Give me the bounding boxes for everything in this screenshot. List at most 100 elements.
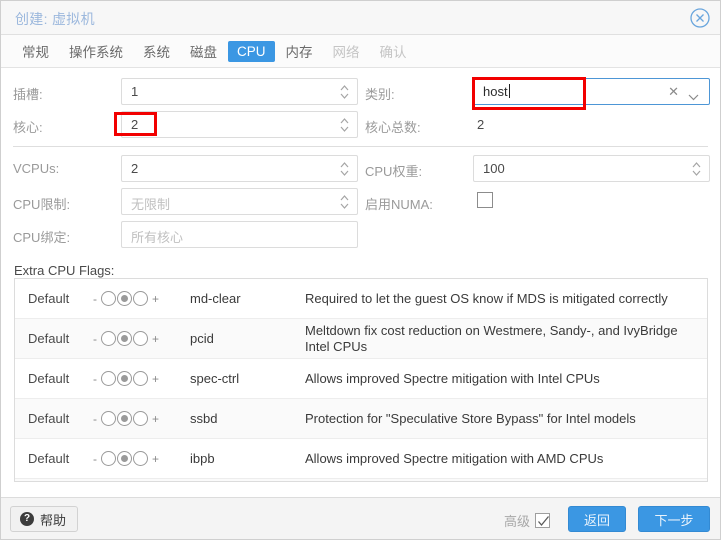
flag-radio-option-0[interactable] bbox=[101, 451, 116, 466]
advanced-label: 高级 bbox=[503, 514, 530, 529]
tab-memory[interactable]: 内存 bbox=[277, 38, 322, 64]
flag-radio-option-0[interactable] bbox=[101, 291, 116, 306]
flag-description: Meltdown fix cost reduction on Westmere,… bbox=[305, 322, 678, 354]
cpu-affinity-input[interactable]: 所有核心 bbox=[121, 221, 358, 248]
flag-radio-option-0[interactable] bbox=[101, 371, 116, 386]
vcpus-label: VCPUs: bbox=[13, 161, 60, 176]
minus-sign-icon[interactable]: - bbox=[90, 332, 100, 346]
table-row[interactable]: Default - + md-clear Required to let the gue… bbox=[15, 279, 707, 319]
chevron-down-icon[interactable] bbox=[688, 88, 699, 101]
flag-radio-option-0[interactable] bbox=[101, 331, 116, 346]
tab-disk[interactable]: 磁盘 bbox=[181, 38, 226, 64]
sockets-stepper-icon[interactable] bbox=[339, 83, 350, 101]
cpu-affinity-placeholder: 所有核心 bbox=[131, 230, 184, 245]
cpu-limit-stepper-icon[interactable] bbox=[339, 193, 350, 211]
vcpus-stepper-icon[interactable] bbox=[339, 160, 350, 178]
cores-stepper-icon[interactable] bbox=[339, 116, 350, 134]
type-combobox[interactable]: host ✕ bbox=[473, 78, 710, 105]
form-row-affinity: CPU绑定: 所有核心 bbox=[13, 221, 708, 250]
cpu-weight-label: CPU权重: bbox=[365, 164, 423, 179]
flag-tri-state-radio-group[interactable]: - + bbox=[90, 451, 190, 466]
flag-tri-state-radio-group[interactable]: - + bbox=[90, 331, 190, 346]
flag-radio-option-1[interactable] bbox=[117, 331, 132, 346]
dialog-titlebar: 创建: 虚拟机 bbox=[1, 1, 720, 35]
tab-general[interactable]: 常规 bbox=[13, 38, 58, 64]
vcpus-value: 2 bbox=[131, 161, 139, 176]
flag-radio-option-1[interactable] bbox=[117, 291, 132, 306]
flag-name: ibpb bbox=[190, 451, 215, 466]
clear-x-icon[interactable]: ✕ bbox=[668, 85, 679, 99]
field-sockets: 插槽: 1 bbox=[13, 78, 358, 107]
sockets-input[interactable]: 1 bbox=[121, 78, 358, 105]
flag-name: pcid bbox=[190, 331, 214, 346]
vcpus-input[interactable]: 2 bbox=[121, 155, 358, 182]
plus-sign-icon[interactable]: + bbox=[149, 292, 162, 306]
flag-name: spec-ctrl bbox=[190, 371, 240, 386]
dialog-footer: ? 帮助 高级 返回 下一步 bbox=[1, 497, 720, 539]
form-divider bbox=[13, 146, 708, 147]
plus-sign-icon[interactable]: + bbox=[149, 452, 162, 466]
form-row-sockets-type: 插槽: 1 类别: host ✕ bbox=[13, 78, 710, 107]
minus-sign-icon[interactable]: - bbox=[90, 292, 100, 306]
cpu-affinity-label: CPU绑定: bbox=[13, 230, 71, 245]
flag-radio-option-1[interactable] bbox=[117, 451, 132, 466]
table-row[interactable]: Default - + pcid Meltdown fix cost reduction… bbox=[15, 319, 707, 359]
flag-radio-option-2[interactable] bbox=[133, 451, 148, 466]
flag-description: Protection for "Speculative Store Bypass… bbox=[305, 410, 636, 426]
flag-radio-option-2[interactable] bbox=[133, 411, 148, 426]
tab-network: 网络 bbox=[332, 45, 360, 60]
flag-description: Required to let the guest OS know if MDS… bbox=[305, 290, 668, 306]
close-icon[interactable] bbox=[689, 7, 711, 29]
flag-description: Allows improved Spectre mitigation with … bbox=[305, 370, 600, 386]
table-row[interactable]: Default - + spec-ctrl Allows improved Spectr… bbox=[15, 359, 707, 399]
flag-radio-option-2[interactable] bbox=[133, 331, 148, 346]
plus-sign-icon[interactable]: + bbox=[149, 412, 162, 426]
flags-table-scrollbar[interactable] bbox=[711, 278, 719, 482]
flag-state-label: Default bbox=[28, 331, 70, 346]
help-button[interactable]: ? 帮助 bbox=[10, 506, 79, 532]
advanced-toggle[interactable]: 高级 bbox=[504, 511, 550, 530]
back-button[interactable]: 返回 bbox=[568, 506, 626, 532]
cpu-weight-input[interactable]: 100 bbox=[473, 155, 710, 182]
flag-radio-option-2[interactable] bbox=[133, 371, 148, 386]
flag-name: ssbd bbox=[190, 411, 218, 426]
plus-sign-icon[interactable]: + bbox=[149, 332, 162, 346]
tab-system[interactable]: 系统 bbox=[134, 38, 179, 64]
table-row[interactable]: Default - + ibpb Allows improved Spectre mit… bbox=[15, 439, 707, 479]
advanced-checkbox[interactable] bbox=[535, 513, 550, 528]
help-button-label: 帮助 bbox=[40, 512, 67, 528]
type-label: 类别: bbox=[365, 87, 395, 102]
minus-sign-icon[interactable]: - bbox=[90, 452, 100, 466]
next-button[interactable]: 下一步 bbox=[638, 506, 710, 532]
cpu-limit-input[interactable]: 无限制 bbox=[121, 188, 358, 215]
cpu-limit-placeholder: 无限制 bbox=[131, 197, 171, 212]
enable-numa-checkbox[interactable] bbox=[477, 192, 493, 208]
field-cores: 核心: 2 bbox=[13, 111, 358, 140]
tab-cpu[interactable]: CPU bbox=[228, 40, 275, 62]
tab-confirm: 确认 bbox=[379, 45, 407, 60]
flag-name: md-clear bbox=[190, 291, 241, 306]
flag-radio-option-1[interactable] bbox=[117, 411, 132, 426]
field-type: 类别: host ✕ bbox=[365, 78, 710, 107]
cores-label: 核心: bbox=[13, 120, 43, 135]
field-cpu-affinity: CPU绑定: 所有核心 bbox=[13, 221, 358, 250]
tab-os[interactable]: 操作系统 bbox=[60, 38, 132, 64]
extra-cpu-flags-table[interactable]: Default - + md-clear Required to let the gue… bbox=[14, 278, 708, 482]
cpu-weight-stepper-icon[interactable] bbox=[691, 160, 702, 178]
plus-sign-icon[interactable]: + bbox=[149, 372, 162, 386]
sockets-label: 插槽: bbox=[13, 87, 43, 102]
table-row[interactable]: Default-+virt-ssbdBasis for "Speculative… bbox=[15, 479, 707, 481]
flag-tri-state-radio-group[interactable]: - + bbox=[90, 291, 190, 306]
field-cpu-limit: CPU限制: 无限制 bbox=[13, 188, 358, 217]
flag-radio-option-1[interactable] bbox=[117, 371, 132, 386]
flag-radio-option-0[interactable] bbox=[101, 411, 116, 426]
cores-input[interactable]: 2 bbox=[121, 111, 358, 138]
minus-sign-icon[interactable]: - bbox=[90, 372, 100, 386]
flag-tri-state-radio-group[interactable]: - + bbox=[90, 411, 190, 426]
minus-sign-icon[interactable]: - bbox=[90, 412, 100, 426]
table-row[interactable]: Default - + ssbd Protection for "Speculative… bbox=[15, 399, 707, 439]
question-mark-icon: ? bbox=[20, 512, 34, 526]
flag-tri-state-radio-group[interactable]: - + bbox=[90, 371, 190, 386]
enable-numa-label: 启用NUMA: bbox=[365, 197, 433, 212]
flag-radio-option-2[interactable] bbox=[133, 291, 148, 306]
